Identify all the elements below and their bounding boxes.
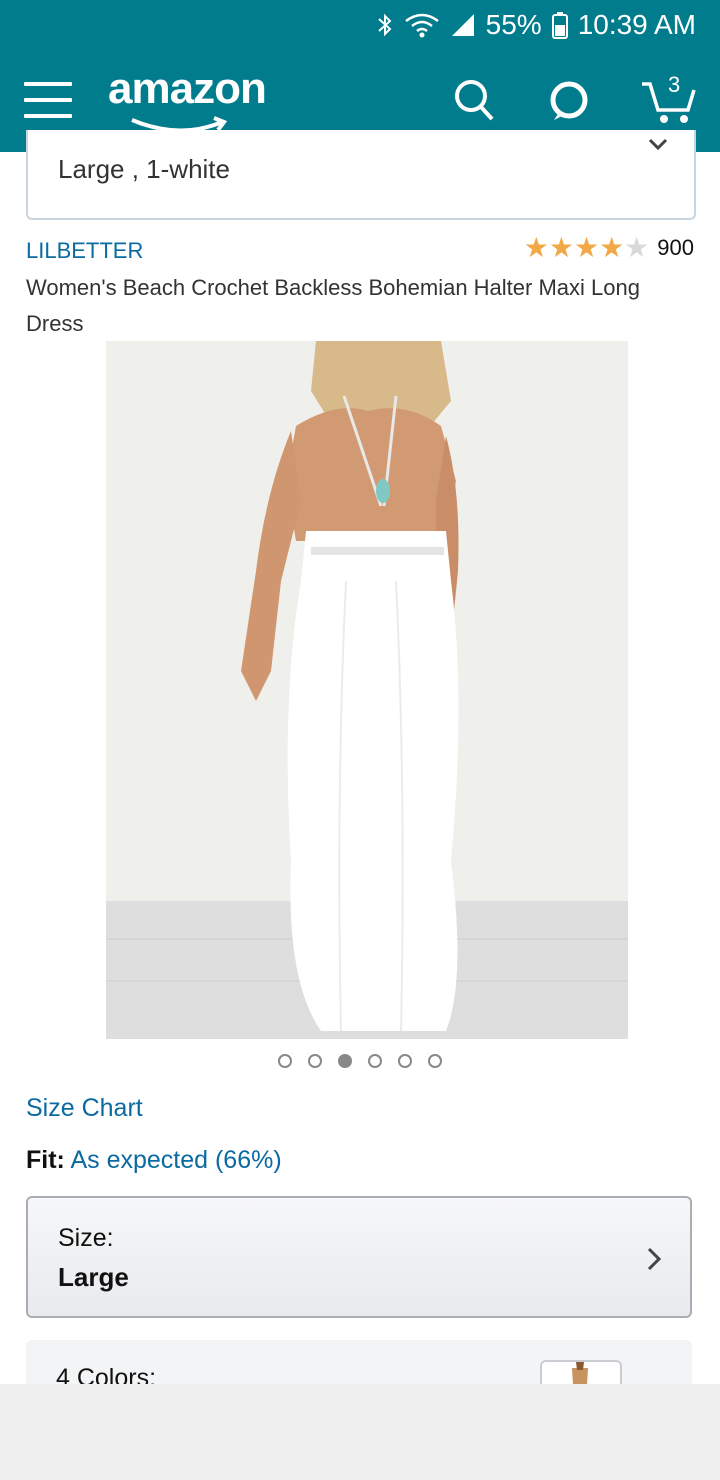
carousel-dot[interactable] xyxy=(398,1054,412,1068)
size-label: Size: xyxy=(58,1224,114,1252)
size-value: Large xyxy=(58,1262,129,1292)
star-empty-icon: ★ xyxy=(624,232,650,263)
battery-percent: 55% xyxy=(485,9,542,40)
bottom-nav-area xyxy=(0,1384,720,1480)
bluetooth-icon xyxy=(377,13,392,37)
star-icon: ★ xyxy=(599,232,625,263)
logo-text: amazon xyxy=(108,64,267,113)
size-selector[interactable]: Size: Large xyxy=(26,1196,692,1318)
variant-selector[interactable]: Large , 1-white xyxy=(26,130,696,220)
cart-icon[interactable]: 3 xyxy=(640,72,700,133)
rating-stars: ★ ★ ★ ★ ★ xyxy=(524,234,650,262)
star-icon: ★ xyxy=(523,232,549,263)
brand-link[interactable]: LILBETTER xyxy=(26,238,143,264)
wifi-icon xyxy=(404,13,439,38)
status-bar: 55% 10:39 AM xyxy=(0,0,720,50)
status-icons: 55% 10:39 AM xyxy=(376,8,696,42)
battery-icon xyxy=(551,12,568,39)
product-image[interactable] xyxy=(106,341,628,1039)
alexa-icon[interactable] xyxy=(546,76,592,124)
rating[interactable]: ★ ★ ★ ★ ★ 900 xyxy=(524,234,694,262)
size-chart-link[interactable]: Size Chart xyxy=(26,1094,143,1123)
clock: 10:39 AM xyxy=(577,9,696,40)
carousel-dot-active[interactable] xyxy=(338,1054,352,1068)
fit-label: Fit: xyxy=(26,1146,65,1174)
carousel-dot[interactable] xyxy=(278,1054,292,1068)
signal-icon xyxy=(451,14,474,36)
carousel-dot[interactable] xyxy=(428,1054,442,1068)
search-icon[interactable] xyxy=(452,76,496,124)
fit-info: Fit: As expected (66%) xyxy=(26,1146,282,1175)
star-icon: ★ xyxy=(548,232,574,263)
carousel-dots xyxy=(0,1054,720,1068)
chevron-down-icon xyxy=(648,138,668,151)
fit-value-link[interactable]: As expected (66%) xyxy=(70,1146,281,1174)
product-title: Women's Beach Crochet Backless Bohemian … xyxy=(26,275,640,336)
chevron-right-icon xyxy=(647,1247,662,1271)
rating-count: 900 xyxy=(657,235,694,260)
carousel-dot[interactable] xyxy=(308,1054,322,1068)
amazon-logo[interactable]: amazon xyxy=(108,64,267,133)
carousel-dot[interactable] xyxy=(368,1054,382,1068)
variant-value: Large , 1-white xyxy=(58,154,230,184)
cart-count: 3 xyxy=(668,72,681,97)
menu-icon[interactable] xyxy=(24,82,72,120)
star-icon: ★ xyxy=(573,232,600,263)
